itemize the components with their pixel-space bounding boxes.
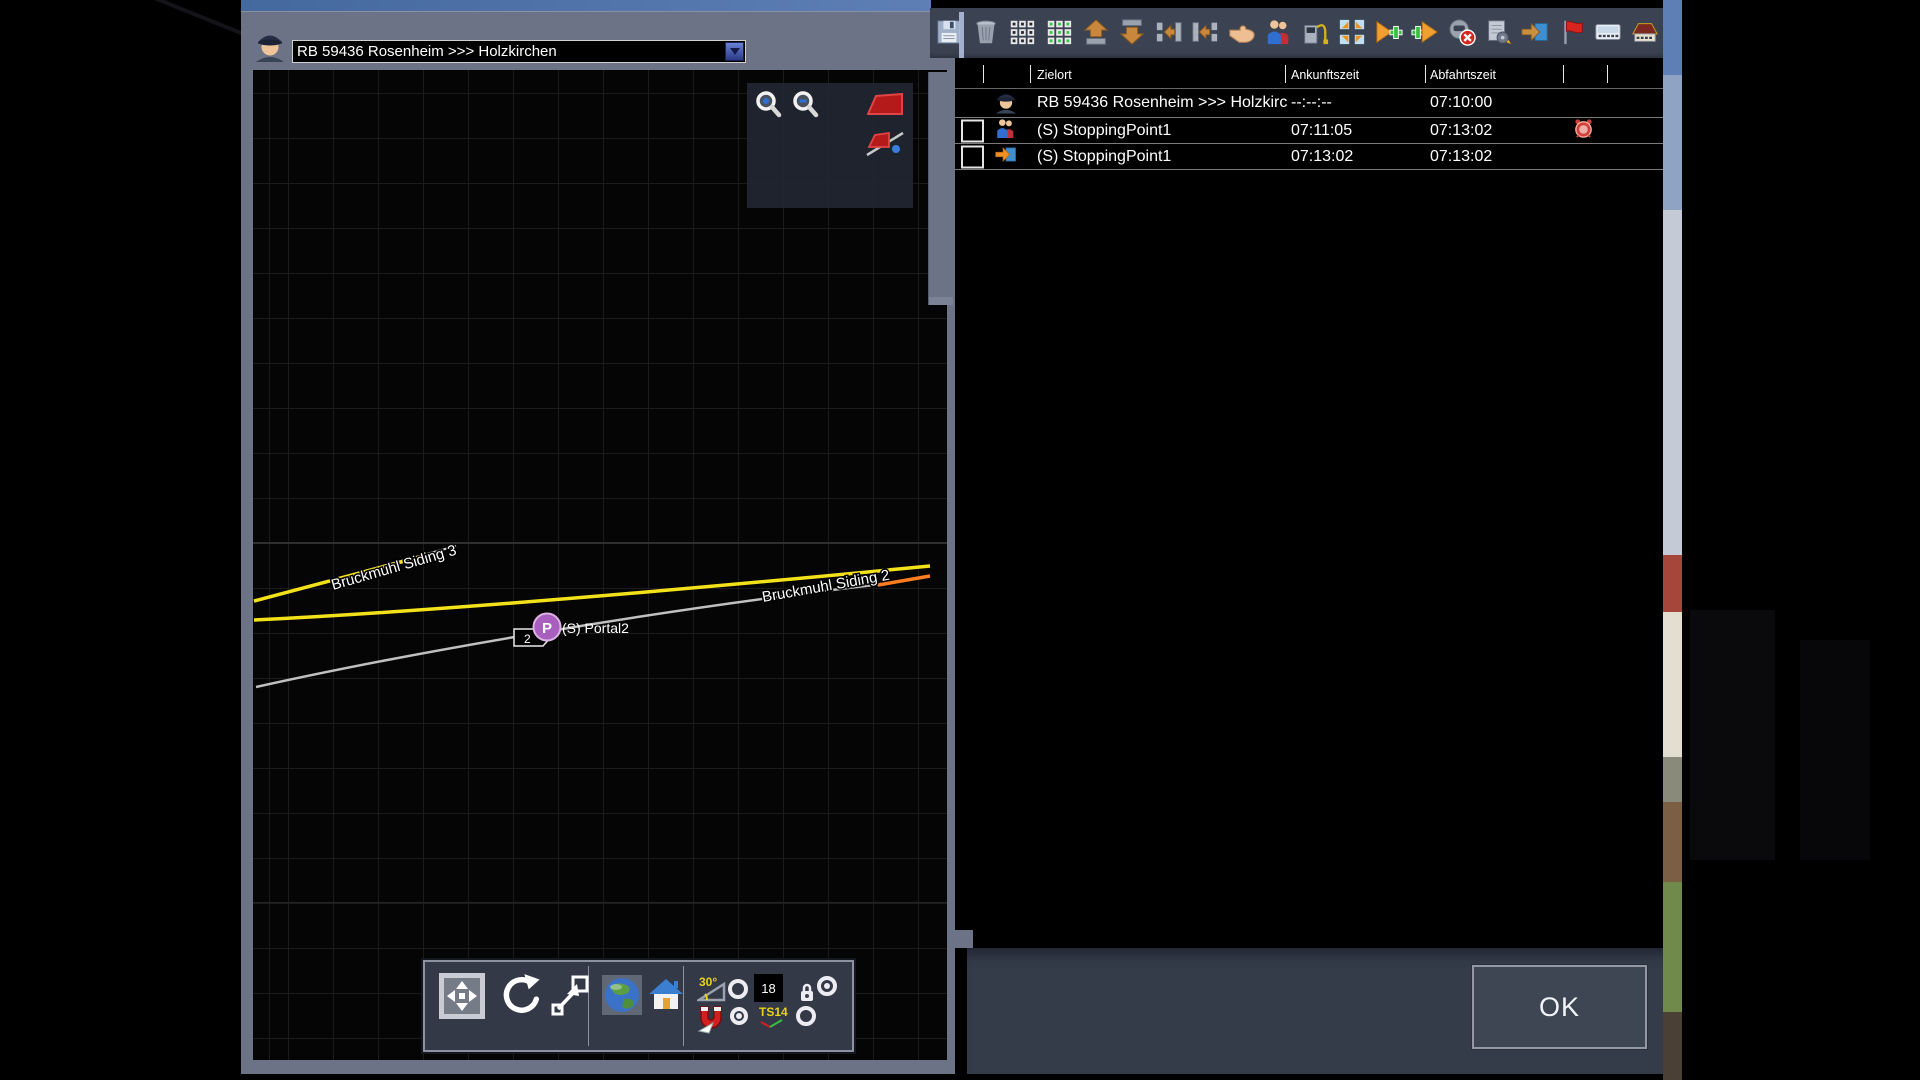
grid-active-icon[interactable]	[1044, 14, 1074, 50]
alarm-clock-icon	[1573, 118, 1594, 144]
jump-tool-icon[interactable]	[550, 974, 590, 1018]
cell-abfahrtszeit: 07:13:02	[1430, 121, 1493, 139]
timetable-row-stop-2[interactable]: (S) StoppingPoint1 07:13:02 07:13:02	[955, 144, 1663, 170]
cell-zielort: RB 59436 Rosenheim >>> Holzkirche	[1037, 94, 1287, 111]
flag-waypoint-icon[interactable]	[1557, 14, 1587, 50]
add-instruction-next-icon[interactable]	[1374, 14, 1404, 50]
refuel-icon[interactable]	[1300, 14, 1330, 50]
go-to-destination-icon[interactable]	[1520, 14, 1550, 50]
ok-button-label: OK	[1538, 991, 1580, 1022]
distance-marker-text: 2	[524, 632, 531, 646]
svg-text:TS14: TS14	[759, 1005, 788, 1019]
timetable-list: Zielort Ankunftszeit Abfahrtszeit RB 594…	[955, 58, 1663, 948]
driver-icon	[993, 88, 1019, 119]
radio-gradient-off[interactable]	[728, 979, 748, 999]
label-portal: (S) Portal2	[562, 620, 629, 636]
sky-strip	[241, 0, 931, 11]
select-hand-icon[interactable]	[1227, 14, 1257, 50]
control-panel-icon[interactable]	[1593, 14, 1623, 50]
remove-driver-icon[interactable]	[1447, 14, 1477, 50]
label-siding-2: Bruckmuhl Siding 2	[761, 567, 891, 606]
map-tools-panel	[747, 83, 913, 208]
train-selector-dropdown[interactable]: RB 59436 Rosenheim >>> Holzkirchen	[292, 40, 746, 63]
cell-abfahrtszeit: 07:13:02	[1430, 147, 1493, 165]
ts14-gradient-icon[interactable]: TS14	[758, 1004, 788, 1030]
gradient-tool-icon[interactable]	[867, 93, 903, 117]
ok-button[interactable]: OK	[1472, 965, 1647, 1049]
label-siding-3: Bruckmuhl Siding 3	[329, 542, 458, 594]
cell-abfahrtszeit: 07:10:00	[1430, 94, 1493, 111]
map-toolbar: 30° 18 TS14	[423, 960, 854, 1052]
cell-ankunftszeit: 07:11:05	[1291, 121, 1353, 139]
go-to-destination-icon	[995, 143, 1017, 170]
timetable-toolbar	[930, 8, 1663, 58]
column-abfahrtszeit: Abfahrtszeit	[1430, 68, 1497, 82]
portal-marker-letter: P	[542, 620, 552, 637]
gradient-value-box: 18	[754, 974, 783, 1002]
home-view-icon[interactable]	[647, 977, 685, 1013]
dropdown-arrow-button[interactable]	[725, 42, 744, 61]
svg-text:30°: 30°	[699, 975, 717, 989]
cell-ankunftszeit: 07:13:02	[1291, 147, 1354, 165]
cell-zielort: (S) StoppingPoint1	[1037, 147, 1172, 165]
add-instruction-prev-icon[interactable]	[1410, 14, 1440, 50]
insert-before-icon[interactable]	[1190, 14, 1220, 50]
radio-snap-on[interactable]	[730, 1007, 748, 1025]
move-up-icon[interactable]	[1081, 14, 1111, 50]
track-map-layer: Bruckmuhl Siding 3 Bruckmuhl Siding 2 2 …	[253, 540, 931, 689]
radio-ts14-off[interactable]	[796, 1006, 816, 1026]
passengers-icon[interactable]	[1264, 14, 1294, 50]
column-zielort: Zielort	[1037, 68, 1072, 82]
rotate-tool-icon[interactable]	[495, 973, 545, 1021]
grid-view-icon[interactable]	[1007, 14, 1037, 50]
lock-icon[interactable]	[799, 982, 815, 1004]
move-down-icon[interactable]	[1117, 14, 1147, 50]
instruction-properties-icon[interactable]	[1483, 14, 1513, 50]
column-ankunftszeit: Ankunftszeit	[1291, 68, 1360, 82]
passengers-icon	[995, 117, 1017, 144]
radio-lock-on[interactable]	[817, 976, 837, 996]
depot-icon[interactable]	[1630, 14, 1660, 50]
list-scroll-corner	[955, 930, 973, 948]
driver-avatar-icon	[252, 26, 288, 67]
gradient-30-toggle-icon[interactable]: 30°	[697, 974, 727, 1004]
train-selector-value: RB 59436 Rosenheim >>> Holzkirchen	[297, 43, 557, 60]
center-view-icon[interactable]	[1337, 14, 1367, 50]
timetable-row-stop-1[interactable]: (S) StoppingPoint1 07:11:05 07:13:02	[955, 118, 1663, 144]
insert-after-icon[interactable]	[1154, 14, 1184, 50]
gradient-edit-tool-icon[interactable]	[865, 127, 907, 159]
delete-icon[interactable]	[971, 14, 1001, 50]
cell-zielort: (S) StoppingPoint1	[1037, 121, 1172, 139]
chevron-down-icon	[729, 48, 740, 55]
world-view-icon[interactable]	[602, 975, 642, 1015]
row-checkbox[interactable]	[961, 145, 984, 168]
cell-ankunftszeit: --:--:--	[1291, 94, 1332, 111]
map-scrollbar-thumb[interactable]	[928, 72, 953, 305]
scenario-editor-screen: RB 59436 Rosenheim >>> Holzkirchen Bruck…	[0, 0, 1920, 1080]
row-checkbox[interactable]	[961, 119, 984, 142]
background-building-faint-2	[1800, 640, 1870, 860]
pan-tool-icon[interactable]	[439, 973, 485, 1019]
timetable-header-row: Zielort Ankunftszeit Abfahrtszeit	[955, 63, 1663, 88]
zoom-out-icon[interactable]	[792, 90, 820, 122]
background-building-faint	[1690, 610, 1775, 860]
magnet-snap-icon[interactable]	[695, 1003, 727, 1035]
background-roof-silhouette	[122, 0, 246, 37]
timetable-row-service[interactable]: RB 59436 Rosenheim >>> Holzkirche --:--:…	[955, 89, 1663, 118]
zoom-in-icon[interactable]	[755, 90, 783, 122]
